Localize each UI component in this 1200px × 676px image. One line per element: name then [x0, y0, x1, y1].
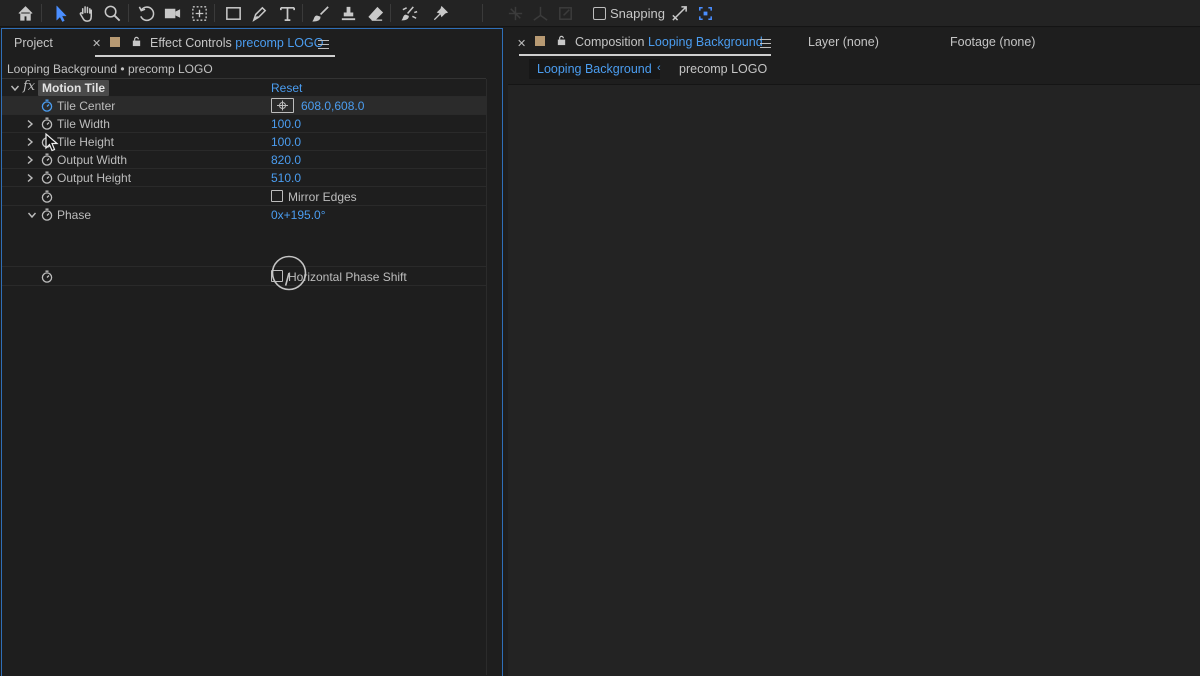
property-value[interactable]: 100.0	[271, 135, 301, 149]
stopwatch-icon[interactable]	[41, 117, 53, 130]
breadcrumb-separator-icon: ‹	[657, 62, 661, 74]
snap-features-icon[interactable]	[693, 2, 717, 24]
chevron-right-icon[interactable]	[25, 172, 35, 183]
home-icon[interactable]	[13, 2, 37, 24]
reset-button[interactable]: Reset	[271, 81, 302, 95]
brush-tool-icon[interactable]	[309, 2, 333, 24]
breadcrumb-next[interactable]: precomp LOGO	[679, 62, 767, 76]
property-row[interactable]: Output Height 510.0	[2, 169, 486, 187]
chevron-right-icon[interactable]	[25, 136, 35, 147]
fx-icon[interactable]: fx	[23, 79, 35, 94]
breadcrumb-active[interactable]: Looping Background	[529, 59, 660, 79]
composition-panel: ✕ Composition Looping Background Layer (…	[505, 28, 1200, 676]
active-tab-indicator	[519, 54, 771, 56]
property-row[interactable]: Tile Center 608.0,608.0	[2, 97, 486, 115]
stopwatch-icon[interactable]	[41, 270, 53, 283]
property-label: Tile Center	[57, 99, 116, 113]
phase-angle-dial[interactable]	[271, 255, 307, 291]
stopwatch-icon[interactable]	[41, 171, 53, 184]
label-color-swatch[interactable]	[535, 36, 545, 46]
active-tab-indicator	[95, 55, 335, 57]
snap-edges-icon[interactable]	[667, 2, 691, 24]
property-value[interactable]: 510.0	[271, 171, 301, 185]
rotate-tool-icon[interactable]	[134, 2, 158, 24]
roto-brush-tool-icon[interactable]	[397, 2, 421, 24]
stopwatch-icon[interactable]	[41, 208, 53, 221]
left-panel-tabs: Project ✕ Effect Controls precomp LOGO	[2, 29, 502, 59]
composition-viewer[interactable]	[508, 84, 1200, 676]
tab-layer[interactable]: Layer (none)	[808, 35, 879, 49]
axis-world-icon[interactable]	[528, 2, 552, 24]
property-value[interactable]: 0x+195.0°	[271, 208, 326, 222]
layer-path: Looping Background • precomp LOGO	[7, 62, 213, 76]
chevron-down-icon[interactable]	[10, 82, 20, 92]
tab-composition[interactable]: Composition Looping Background	[575, 35, 763, 49]
snapping-checkbox[interactable]	[593, 7, 606, 20]
close-icon[interactable]: ✕	[92, 37, 101, 50]
zoom-tool-icon[interactable]	[100, 2, 124, 24]
mouse-cursor-icon	[45, 133, 59, 152]
puppet-pin-tool-icon[interactable]	[428, 2, 452, 24]
property-row[interactable]: Tile Width 100.0	[2, 115, 486, 133]
property-row[interactable]: Output Width 820.0	[2, 151, 486, 169]
composition-tab-prefix: Composition	[575, 35, 645, 49]
effect-header-row[interactable]: fx Motion Tile Reset	[2, 79, 486, 97]
pan-behind-tool-icon[interactable]	[187, 2, 211, 24]
composition-tab-name: Looping Background	[647, 35, 763, 49]
tab-effect-controls[interactable]: Effect Controls precomp LOGO	[150, 36, 323, 50]
label-color-swatch[interactable]	[110, 37, 120, 47]
effect-controls-panel: Project ✕ Effect Controls precomp LOGO L…	[1, 28, 503, 676]
lock-icon[interactable]	[556, 35, 567, 49]
pen-tool-icon[interactable]	[247, 2, 271, 24]
property-label: Tile Width	[57, 117, 110, 131]
chevron-down-icon[interactable]	[27, 209, 37, 219]
rectangle-tool-icon[interactable]	[221, 2, 245, 24]
effect-controls-tab-layer: precomp LOGO	[235, 36, 324, 50]
toolbar: Snapping	[0, 0, 1200, 27]
mirror-edges-label: Mirror Edges	[288, 190, 357, 204]
eraser-tool-icon[interactable]	[363, 2, 387, 24]
property-row[interactable]: Horizontal Phase Shift	[2, 267, 486, 286]
snapping-label: Snapping	[610, 6, 665, 21]
tab-project[interactable]: Project	[14, 36, 53, 50]
stopwatch-icon[interactable]	[41, 99, 53, 112]
property-label: Tile Height	[57, 135, 114, 149]
tab-footage[interactable]: Footage (none)	[950, 35, 1035, 49]
chevron-right-icon[interactable]	[25, 154, 35, 165]
stopwatch-icon[interactable]	[41, 190, 53, 203]
stopwatch-icon[interactable]	[41, 153, 53, 166]
point-control-icon[interactable]	[271, 98, 294, 113]
axis-view-icon[interactable]	[553, 2, 577, 24]
close-icon[interactable]: ✕	[517, 37, 526, 50]
property-label: Output Height	[57, 171, 132, 185]
type-tool-icon[interactable]	[275, 2, 299, 24]
selection-tool-icon[interactable]	[48, 2, 72, 24]
camera-tool-icon[interactable]	[160, 2, 184, 24]
lock-icon[interactable]	[131, 36, 142, 50]
property-row[interactable]: Phase 0x+195.0°	[2, 206, 486, 267]
property-label: Phase	[57, 208, 92, 222]
property-label: Output Width	[57, 153, 128, 167]
mirror-edges-checkbox[interactable]	[271, 190, 283, 202]
clone-stamp-tool-icon[interactable]	[336, 2, 360, 24]
effect-controls-tab-prefix: Effect Controls	[150, 36, 232, 50]
property-value[interactable]: 100.0	[271, 117, 301, 131]
hand-tool-icon[interactable]	[74, 2, 98, 24]
property-row[interactable]: Mirror Edges	[2, 187, 486, 206]
property-row[interactable]: Tile Height 100.0	[2, 133, 486, 151]
effect-name[interactable]: Motion Tile	[38, 80, 110, 96]
panel-menu-icon[interactable]	[760, 39, 771, 48]
chevron-right-icon[interactable]	[25, 118, 35, 129]
axis-local-icon[interactable]	[503, 2, 527, 24]
panel-menu-icon[interactable]	[318, 40, 329, 49]
dial-needle	[284, 272, 290, 286]
property-value[interactable]: 820.0	[271, 153, 301, 167]
property-value[interactable]: 608.0,608.0	[301, 99, 364, 113]
